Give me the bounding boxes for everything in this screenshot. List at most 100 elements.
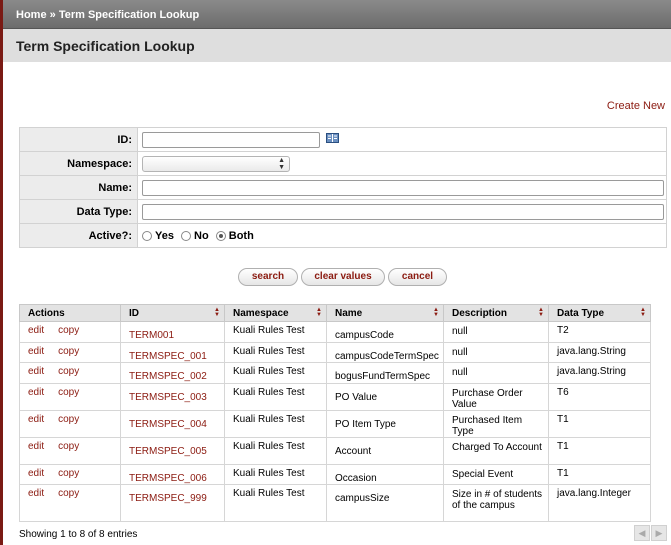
row-namespace: Kuali Rules Test [224, 362, 327, 384]
entries-summary: Showing 1 to 8 of 8 entries [19, 529, 138, 540]
criteria-row-namespace: Namespace: ▲ ▼ [19, 151, 667, 176]
col-header-actions-label: Actions [28, 308, 65, 319]
id-input[interactable] [142, 131, 320, 148]
clear-values-button[interactable]: clear values [301, 268, 385, 286]
row-actions: edit copy [19, 464, 121, 485]
row-id[interactable]: TERMSPEC_002 [120, 362, 225, 384]
breadcrumb: Home » Term Specification Lookup [3, 0, 671, 29]
copy-link[interactable]: copy [58, 387, 79, 398]
previous-page-icon[interactable]: ◀ [634, 525, 650, 541]
copy-link[interactable]: copy [58, 366, 79, 377]
namespace-select[interactable]: ▲ ▼ [142, 155, 290, 172]
active-no-radio[interactable] [181, 230, 192, 241]
edit-link[interactable]: edit [28, 346, 44, 357]
active-both-label: Both [228, 229, 254, 242]
copy-link[interactable]: copy [58, 414, 79, 425]
row-name: PO Item Type [326, 410, 444, 438]
row-description: Purchased Item Type [443, 410, 549, 438]
table-row: edit copy TERM001 Kuali Rules Test campus… [19, 321, 651, 343]
results-table: Actions ID ▲ ▼ Namespace ▲ ▼ Name ▲ ▼ Descript… [19, 304, 651, 522]
breadcrumb-separator: » [49, 9, 56, 21]
row-name: campusSize [326, 484, 444, 522]
row-actions: edit copy [19, 321, 121, 343]
name-input[interactable] [142, 179, 664, 196]
row-description: null [443, 321, 549, 343]
row-data-type: T1 [548, 464, 651, 485]
row-description: Charged To Account [443, 437, 549, 465]
row-actions: edit copy [19, 437, 121, 465]
row-description: Size in # of students of the campus [443, 484, 549, 522]
namespace-label: Namespace: [19, 151, 138, 176]
row-id[interactable]: TERMSPEC_999 [120, 484, 225, 522]
criteria-row-id: ID: [19, 127, 667, 152]
active-field-cell: Yes No Both [137, 223, 667, 248]
left-accent-bar [0, 0, 3, 545]
edit-link[interactable]: edit [28, 366, 44, 377]
row-data-type: T1 [548, 437, 651, 465]
row-id[interactable]: TERMSPEC_003 [120, 383, 225, 411]
breadcrumb-home-link[interactable]: Home [16, 9, 47, 21]
row-actions: edit copy [19, 484, 121, 522]
create-new-link[interactable]: Create New [607, 100, 665, 112]
col-header-id[interactable]: ID ▲ ▼ [120, 304, 225, 322]
data-type-input[interactable] [142, 203, 664, 220]
col-header-namespace[interactable]: Namespace ▲ ▼ [224, 304, 327, 322]
copy-link[interactable]: copy [58, 468, 79, 479]
sort-arrows-icon[interactable]: ▲ ▼ [538, 307, 544, 318]
row-data-type: java.lang.String [548, 362, 651, 384]
copy-link[interactable]: copy [58, 346, 79, 357]
row-description: null [443, 362, 549, 384]
data-type-field-cell [137, 199, 667, 224]
row-name: campusCode [326, 321, 444, 343]
row-namespace: Kuali Rules Test [224, 342, 327, 363]
row-data-type: T2 [548, 321, 651, 343]
sort-arrows-icon[interactable]: ▲ ▼ [640, 307, 646, 318]
sort-arrows-icon[interactable]: ▲ ▼ [214, 307, 220, 318]
namespace-field-cell: ▲ ▼ [137, 151, 667, 176]
sort-arrows-icon[interactable]: ▲ ▼ [316, 307, 322, 318]
lookup-book-icon[interactable] [326, 133, 340, 146]
row-id[interactable]: TERMSPEC_001 [120, 342, 225, 363]
row-actions: edit copy [19, 362, 121, 384]
row-name: bogusFundTermSpec [326, 362, 444, 384]
edit-link[interactable]: edit [28, 441, 44, 452]
breadcrumb-current: Term Specification Lookup [58, 9, 200, 21]
edit-link[interactable]: edit [28, 387, 44, 398]
row-actions: edit copy [19, 410, 121, 438]
row-namespace: Kuali Rules Test [224, 383, 327, 411]
row-id[interactable]: TERMSPEC_004 [120, 410, 225, 438]
row-namespace: Kuali Rules Test [224, 484, 327, 522]
cancel-button[interactable]: cancel [388, 268, 447, 286]
active-label: Active?: [19, 223, 138, 248]
table-row: edit copy TERMSPEC_001 Kuali Rules Test c… [19, 342, 651, 363]
active-both-radio[interactable] [215, 230, 226, 241]
col-header-name[interactable]: Name ▲ ▼ [326, 304, 444, 322]
copy-link[interactable]: copy [58, 488, 79, 499]
col-header-description[interactable]: Description ▲ ▼ [443, 304, 549, 322]
edit-link[interactable]: edit [28, 325, 44, 336]
next-page-icon[interactable]: ▶ [651, 525, 667, 541]
copy-link[interactable]: copy [58, 325, 79, 336]
row-name: PO Value [326, 383, 444, 411]
row-id[interactable]: TERMSPEC_005 [120, 437, 225, 465]
copy-link[interactable]: copy [58, 441, 79, 452]
edit-link[interactable]: edit [28, 414, 44, 425]
col-header-data-type[interactable]: Data Type ▲ ▼ [548, 304, 651, 322]
page-title: Term Specification Lookup [3, 29, 671, 62]
active-yes-radio[interactable] [142, 230, 152, 241]
criteria-row-data-type: Data Type: [19, 199, 667, 224]
col-header-id-label: ID [129, 308, 139, 319]
name-field-cell [137, 175, 667, 200]
edit-link[interactable]: edit [28, 468, 44, 479]
row-name: Account [326, 437, 444, 465]
name-label: Name: [19, 175, 138, 200]
row-data-type: java.lang.Integer [548, 484, 651, 522]
edit-link[interactable]: edit [28, 488, 44, 499]
search-button[interactable]: search [238, 268, 298, 286]
row-id[interactable]: TERMSPEC_006 [120, 464, 225, 485]
sort-arrows-icon[interactable]: ▲ ▼ [433, 307, 439, 318]
row-id[interactable]: TERM001 [120, 321, 225, 343]
active-no-label: No [194, 229, 209, 242]
table-row: edit copy TERMSPEC_999 Kuali Rules Test c… [19, 484, 651, 522]
row-namespace: Kuali Rules Test [224, 321, 327, 343]
